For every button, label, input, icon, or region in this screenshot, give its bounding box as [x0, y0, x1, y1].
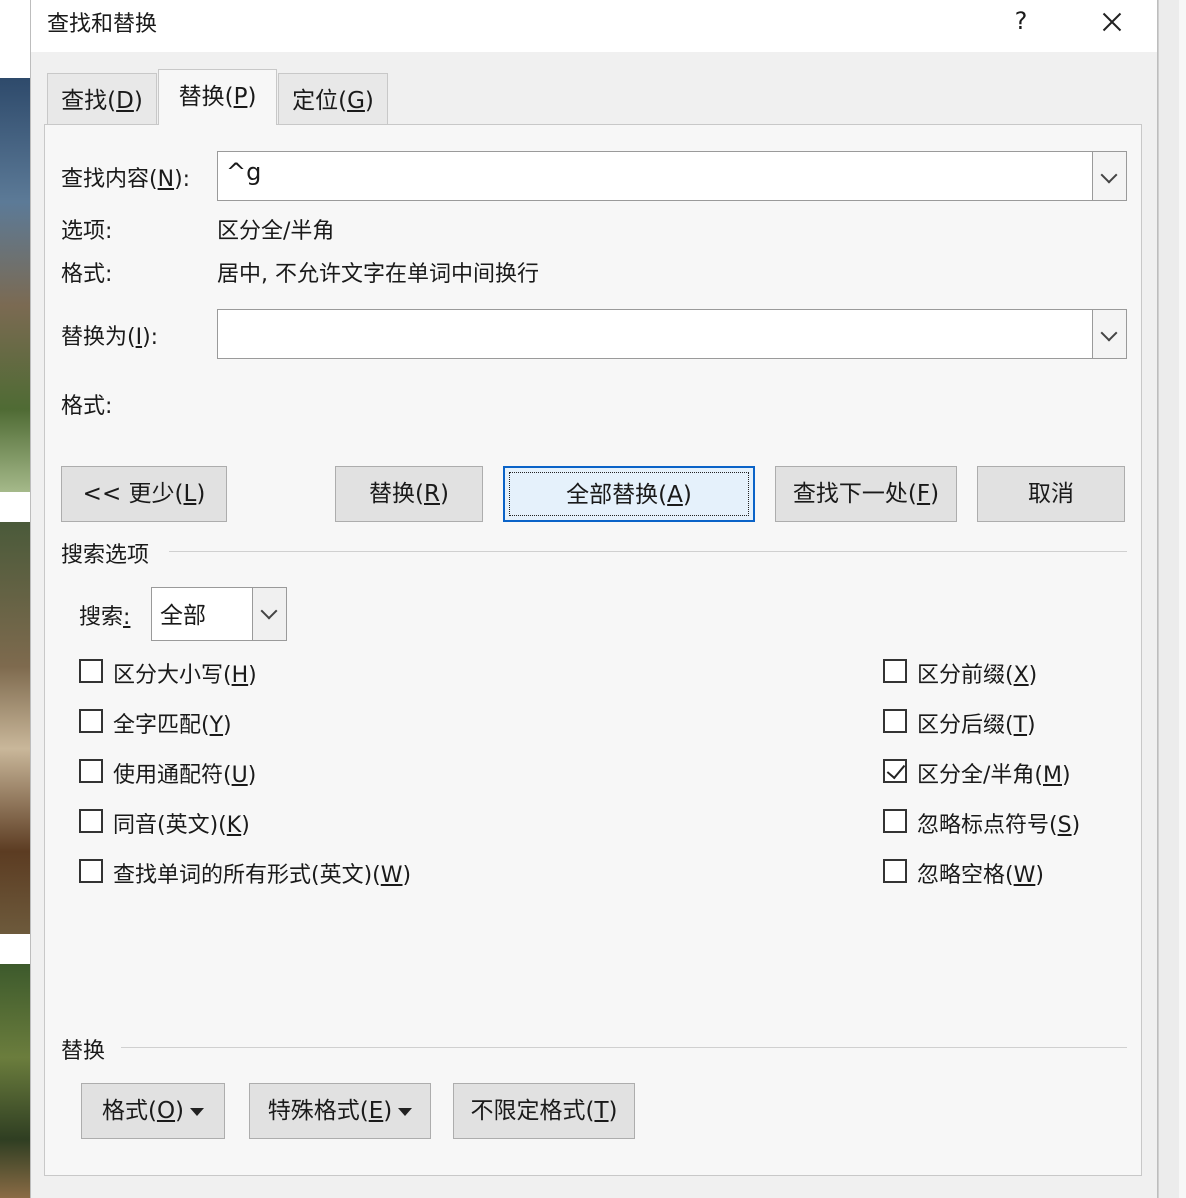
replace-with-label: 替换为(I): [61, 325, 159, 350]
search-direction-select[interactable]: 全部 [151, 587, 287, 641]
replace-button[interactable]: 替换(R) [335, 466, 483, 522]
match-suffix-checkbox[interactable] [883, 709, 907, 733]
match-suffix-label: 区分后缀(T) [917, 713, 1036, 738]
whole-word-checkbox[interactable] [79, 709, 103, 733]
tab-find[interactable]: 查找(D) [47, 73, 157, 125]
cancel-button[interactable]: 取消 [977, 466, 1125, 522]
wildcards-checkbox[interactable] [79, 759, 103, 783]
all-word-forms-checkbox[interactable] [79, 859, 103, 883]
match-prefix-checkbox[interactable] [883, 659, 907, 683]
options-label: 选项: [61, 219, 113, 244]
chevron-down-icon[interactable] [1092, 310, 1126, 358]
match-prefix-label: 区分前缀(X) [917, 663, 1038, 688]
dropdown-arrow-icon [398, 1107, 413, 1116]
search-direction-value: 全部 [160, 603, 206, 629]
match-case-checkbox[interactable] [79, 659, 103, 683]
replace-format-label: 格式: [61, 394, 113, 419]
find-replace-dialog: 查找和替换 ? 查找(D) 替换(P) 定位(G) 查找内容(N): ^g 选项… [30, 0, 1158, 1198]
background-document [0, 0, 30, 1198]
ignore-punctuation-checkbox[interactable] [883, 809, 907, 833]
tab-goto[interactable]: 定位(G) [278, 73, 388, 125]
no-formatting-button[interactable]: 不限定格式(T) [453, 1083, 635, 1139]
match-case-label: 区分大小写(H) [113, 663, 257, 688]
background-photo [0, 522, 30, 934]
section-divider [169, 551, 1127, 552]
title-bar: 查找和替换 ? [31, 0, 1157, 52]
find-format-label: 格式: [61, 262, 113, 287]
chevron-down-icon[interactable] [1092, 152, 1126, 200]
ignore-whitespace-label: 忽略空格(W) [917, 863, 1044, 888]
ignore-punctuation-label: 忽略标点符号(S) [917, 813, 1081, 838]
help-button[interactable]: ? [999, 0, 1043, 44]
dialog-title: 查找和替换 [47, 12, 158, 37]
find-what-label: 查找内容(N): [61, 167, 191, 192]
background-photo [0, 78, 30, 492]
tab-replace[interactable]: 替换(P) [158, 69, 277, 125]
less-button[interactable]: << 更少(L) [61, 466, 227, 522]
sounds-like-checkbox[interactable] [79, 809, 103, 833]
background-scroll-area [1158, 0, 1186, 1198]
search-label: 搜索: [79, 605, 131, 630]
replace-section-title: 替换 [61, 1039, 106, 1064]
find-next-button[interactable]: 查找下一处(F) [775, 466, 957, 522]
section-divider [121, 1047, 1127, 1048]
replace-panel: 查找内容(N): ^g 选项: 区分全/半角 格式: 居中, 不允许文字在单词中… [44, 124, 1142, 1176]
all-word-forms-label: 查找单词的所有形式(英文)(W) [113, 863, 412, 888]
match-width-label: 区分全/半角(M) [917, 763, 1071, 788]
format-button[interactable]: 格式(O) [81, 1083, 225, 1139]
replace-with-combo[interactable] [217, 309, 1127, 359]
replace-all-button[interactable]: 全部替换(A) [503, 466, 755, 522]
find-format-value: 居中, 不允许文字在单词中间换行 [217, 262, 539, 287]
ignore-whitespace-checkbox[interactable] [883, 859, 907, 883]
dropdown-arrow-icon [190, 1107, 205, 1116]
chevron-down-icon[interactable] [252, 588, 286, 640]
close-icon[interactable] [1089, 0, 1133, 44]
background-strip [1179, 0, 1186, 1198]
background-photo [0, 964, 30, 1198]
special-button[interactable]: 特殊格式(E) [249, 1083, 431, 1139]
find-what-combo[interactable]: ^g [217, 151, 1127, 201]
options-value: 区分全/半角 [217, 219, 335, 244]
search-options-title: 搜索选项 [61, 543, 150, 568]
wildcards-label: 使用通配符(U) [113, 763, 257, 788]
find-what-input[interactable]: ^g [226, 158, 261, 186]
match-width-checkbox[interactable] [883, 759, 907, 783]
whole-word-label: 全字匹配(Y) [113, 713, 232, 738]
focus-ring [509, 472, 749, 516]
sounds-like-label: 同音(英文)(K) [113, 813, 250, 838]
